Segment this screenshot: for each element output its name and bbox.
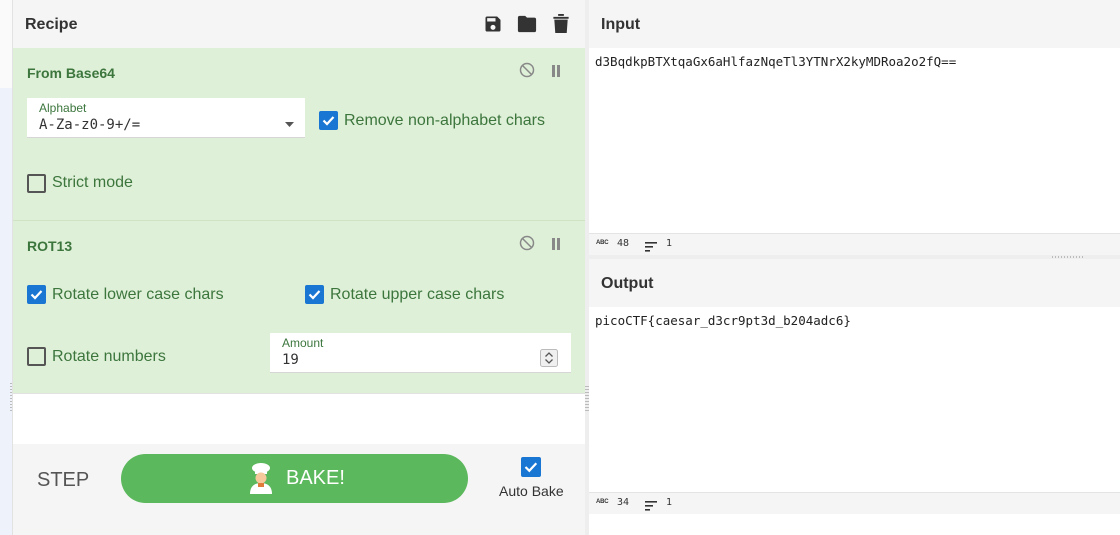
output-length: 34 [617, 497, 630, 508]
bake-button[interactable]: BAKE! [121, 454, 468, 503]
recipe-header: Recipe [13, 0, 585, 49]
output-text: picoCTF{caesar_d3cr9pt3d_b204adc6} [595, 313, 851, 328]
rotate-lower-checkbox[interactable] [27, 285, 46, 304]
auto-bake-checkbox[interactable] [521, 457, 541, 477]
stepper-icon[interactable] [540, 349, 558, 372]
step-button[interactable]: STEP [37, 469, 89, 492]
input-status-bar: ABC 48 1 [589, 233, 1120, 256]
auto-bake-label: Auto Bake [499, 483, 564, 499]
trash-icon[interactable] [552, 13, 570, 39]
output-status-bar: ABC 34 1 [589, 492, 1120, 515]
pause-icon[interactable] [551, 237, 561, 255]
chef-icon [246, 462, 276, 499]
strict-mode-checkbox[interactable] [27, 174, 46, 193]
output-footer [589, 514, 1120, 535]
recipe-empty-area [13, 393, 585, 445]
output-header: Output [589, 259, 1120, 308]
rotate-upper-checkbox[interactable] [305, 285, 324, 304]
alphabet-label: Alphabet [39, 101, 87, 115]
strict-mode-label: Strict mode [52, 174, 133, 191]
recipe-title: Recipe [25, 16, 78, 33]
abc-icon: ABC [596, 499, 609, 505]
folder-icon[interactable] [516, 14, 538, 39]
amount-input[interactable]: Amount 19 [270, 333, 571, 373]
resize-handle[interactable] [10, 383, 12, 413]
output-textarea[interactable]: picoCTF{caesar_d3cr9pt3d_b204adc6} [589, 307, 1120, 492]
operation-title: ROT13 [27, 238, 73, 254]
disable-icon[interactable] [519, 62, 535, 83]
remove-non-alphabet-checkbox[interactable] [319, 111, 338, 130]
rotate-numbers-checkbox[interactable] [27, 347, 46, 366]
bake-label: BAKE! [286, 467, 345, 489]
amount-value: 19 [282, 352, 299, 368]
pause-icon[interactable] [551, 64, 561, 82]
operation-title: From Base64 [27, 65, 115, 81]
left-gutter [0, 0, 13, 535]
remove-non-alphabet-label: Remove non-alphabet chars [344, 112, 546, 129]
input-length: 48 [617, 238, 630, 249]
rotate-numbers-label: Rotate numbers [52, 348, 166, 365]
input-title: Input [601, 16, 641, 33]
input-header: Input [589, 0, 1120, 49]
input-lines: 1 [666, 238, 673, 249]
chevron-down-icon [285, 114, 294, 132]
alphabet-value: A-Za-z0-9+/= [39, 117, 141, 133]
abc-icon: ABC [596, 240, 609, 246]
disable-icon[interactable] [519, 235, 535, 256]
amount-label: Amount [282, 336, 324, 350]
save-icon[interactable] [483, 14, 503, 39]
rotate-upper-label: Rotate upper case chars [330, 286, 505, 303]
operation-rot13: ROT13 Rotate lower case chars Rotate upp… [13, 221, 585, 393]
operation-from-base64: From Base64 Alphabet A-Za-z0-9+/= Remove… [13, 48, 585, 220]
input-text: d3BqdkpBTXtqaGx6aHlfazNqeTl3YTNrX2kyMDRo… [595, 54, 957, 69]
input-textarea[interactable]: d3BqdkpBTXtqaGx6aHlfazNqeTl3YTNrX2kyMDRo… [589, 48, 1120, 233]
alphabet-select[interactable]: Alphabet A-Za-z0-9+/= [27, 98, 305, 138]
output-lines: 1 [666, 497, 673, 508]
rotate-lower-label: Rotate lower case chars [52, 286, 224, 303]
output-title: Output [601, 275, 654, 292]
